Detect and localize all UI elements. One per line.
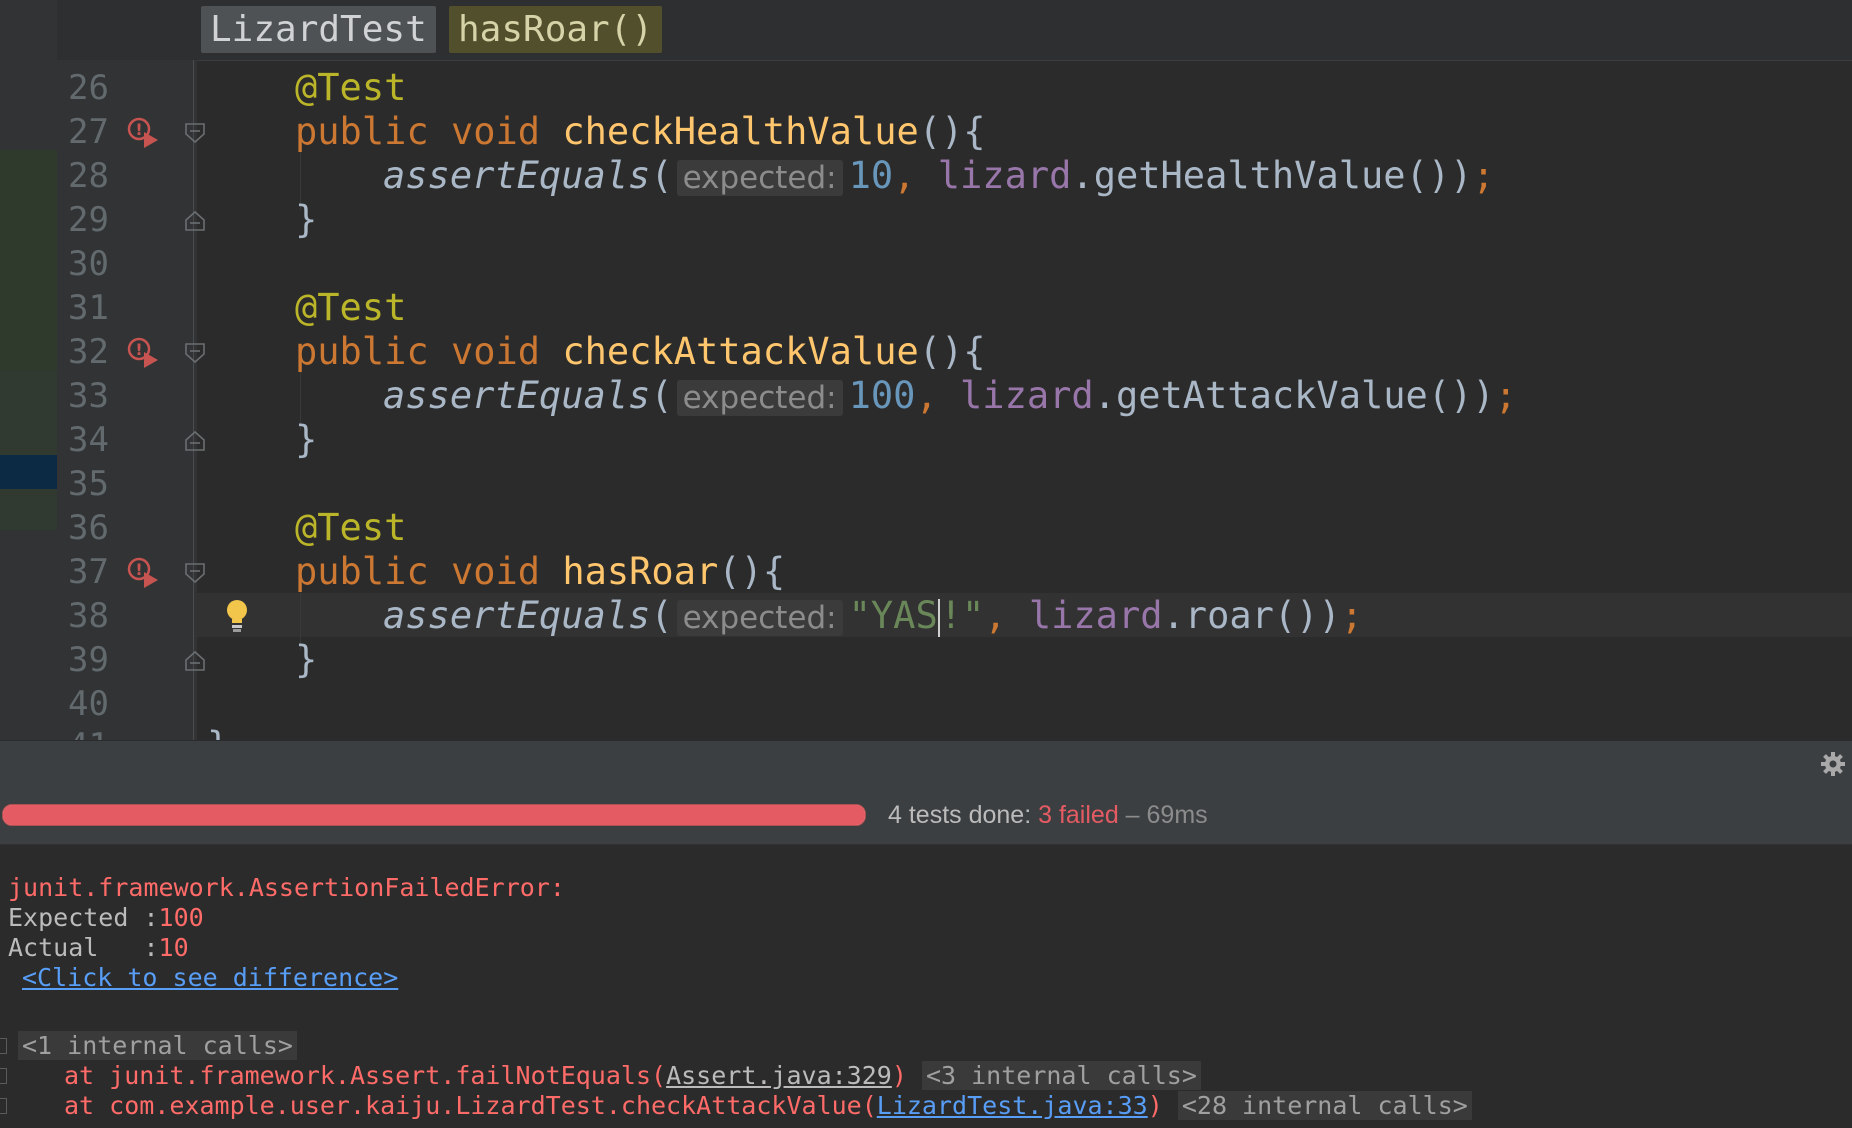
run-error-icon[interactable]: ! <box>126 116 160 150</box>
see-difference-link[interactable]: <Click to see difference> <box>22 963 398 992</box>
error-class-line: junit.framework.AssertionFailedError: <box>8 873 565 902</box>
code-line: 28 assertEquals(expected: 10, lizard.getH… <box>68 154 1495 197</box>
svg-text:!: ! <box>135 560 142 579</box>
internal-calls-toggle[interactable]: <28 internal calls> <box>1177 1091 1472 1120</box>
keyword: public <box>295 550 429 593</box>
code-line: 40 <box>0 682 1852 726</box>
expected-line: Expected :100 <box>8 903 204 932</box>
lizardtest-source-link[interactable]: LizardTest.java:33 <box>877 1091 1148 1120</box>
code-line: 27 ! public void checkHealthValue(){ <box>68 110 986 153</box>
keyword: public <box>295 330 429 373</box>
run-toolbar <box>0 740 1852 788</box>
code-line: 41 } <box>0 724 1852 740</box>
parameter-hint: expected: <box>676 600 843 636</box>
run-error-icon[interactable]: ! <box>126 556 160 590</box>
run-error-icon[interactable]: ! <box>126 336 160 370</box>
code-line: 32 ! public void checkAttackValue(){ <box>68 330 986 373</box>
parameter-hint: expected: <box>676 380 843 416</box>
fold-icon[interactable] <box>184 562 206 584</box>
line-number: 36 <box>68 508 109 548</box>
line-number: 31 <box>68 288 109 328</box>
breadcrumb-method[interactable]: hasRoar() <box>449 6 663 53</box>
line-number: 33 <box>68 376 109 416</box>
failed-count: 3 failed <box>1038 801 1119 829</box>
keyword: public <box>295 110 429 153</box>
line-number: 37 <box>68 552 109 592</box>
fold-icon[interactable] <box>184 430 206 452</box>
fold-marker[interactable] <box>0 1038 7 1054</box>
actual-value: 10 <box>158 933 189 962</box>
method-name: checkAttackValue <box>562 330 919 373</box>
code-line: 35 <box>0 462 1852 506</box>
keyword: void <box>450 110 541 153</box>
svg-text:!: ! <box>135 120 142 139</box>
annotation: @Test <box>295 286 407 329</box>
code-editor[interactable]: LizardTest hasRoar() 26 @Test 27 ! publi… <box>0 0 1852 740</box>
code-line: 26 @Test <box>0 66 1852 110</box>
method-name: hasRoar <box>562 550 719 593</box>
code-line: 33 assertEquals(expected: 100, lizard.get… <box>68 374 1517 417</box>
test-progress-bar <box>2 804 866 826</box>
test-summary: 4 tests done: 3 failed – 69ms <box>888 801 1208 829</box>
code-line: 36 @Test <box>0 506 1852 550</box>
fold-icon[interactable] <box>184 342 206 364</box>
lightbulb-icon[interactable] <box>224 598 250 634</box>
stack-trace-line: at com.example.user.kaiju.LizardTest.che… <box>64 1091 1472 1121</box>
text-caret <box>937 598 940 637</box>
gear-icon[interactable] <box>1820 751 1846 777</box>
breadcrumb: LizardTest hasRoar() <box>57 0 1852 61</box>
test-progress-fill <box>3 805 865 825</box>
fold-marker[interactable] <box>0 1098 7 1114</box>
line-number: 41 <box>68 724 118 740</box>
parameter-hint: expected: <box>676 160 843 196</box>
code-line: 31 @Test <box>0 286 1852 330</box>
test-duration: – 69ms <box>1118 801 1208 829</box>
actual-line: Actual :10 <box>8 933 189 962</box>
keyword: void <box>450 550 541 593</box>
internal-calls-toggle[interactable]: <1 internal calls> <box>18 1031 297 1060</box>
fold-icon[interactable] <box>184 122 206 144</box>
line-number: 29 <box>68 200 109 240</box>
code-line: 30 <box>0 242 1852 286</box>
code-line: 29 } <box>68 198 318 241</box>
line-number: 34 <box>68 420 109 460</box>
keyword: void <box>450 330 541 373</box>
fold-marker[interactable] <box>0 1068 7 1084</box>
annotation: @Test <box>295 506 407 549</box>
annotation: @Test <box>295 66 407 109</box>
line-number: 30 <box>68 244 109 284</box>
code-line: 34 } <box>68 418 318 461</box>
line-number: 27 <box>68 112 109 152</box>
line-number: 28 <box>68 156 109 196</box>
code-line: 39 } <box>68 638 318 681</box>
fold-icon[interactable] <box>184 210 206 232</box>
breadcrumb-class[interactable]: LizardTest <box>201 6 436 53</box>
internal-calls-toggle[interactable]: <3 internal calls> <box>921 1061 1201 1090</box>
assert-source-link[interactable]: Assert.java:329 <box>666 1061 892 1090</box>
method-name: checkHealthValue <box>562 110 919 153</box>
test-status-bar: 4 tests done: 3 failed – 69ms <box>0 786 1852 845</box>
line-number: 39 <box>68 640 109 680</box>
fold-icon[interactable] <box>184 650 206 672</box>
code-line: 38 assertEquals(expected: "YAS!", lizard.… <box>68 594 1364 637</box>
stack-trace-line: at junit.framework.Assert.failNotEquals(… <box>64 1061 1201 1091</box>
line-number: 32 <box>68 332 109 372</box>
line-number: 40 <box>68 684 109 724</box>
expected-value: 100 <box>158 903 204 932</box>
code-line: 37 ! public void hasRoar(){ <box>68 550 786 593</box>
svg-text:!: ! <box>135 340 142 359</box>
line-number: 35 <box>68 464 109 504</box>
line-number: 38 <box>68 596 109 636</box>
line-number: 26 <box>68 68 109 108</box>
test-console-output[interactable]: junit.framework.AssertionFailedError: Ex… <box>0 845 1852 1128</box>
